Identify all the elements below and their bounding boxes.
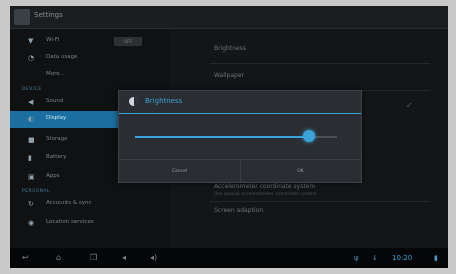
sidebar-item-label: Storage [46, 136, 68, 142]
apps-icon: ▣ [28, 173, 35, 181]
cancel-button[interactable]: Cancel [119, 160, 241, 183]
dialog-title-divider [119, 113, 361, 114]
system-nav-bar: ↩ ⌂ ❐ ◂ ◂) ψ ↓ 10:20 ▮ [10, 248, 448, 268]
volume-down-icon[interactable]: ◂ [122, 253, 126, 262]
setting-brightness[interactable]: Brightness [214, 45, 246, 52]
download-icon: ↓ [372, 254, 378, 262]
brightness-slider-fill [135, 136, 309, 138]
sidebar-item-label: Sound [46, 98, 64, 104]
recent-apps-icon[interactable]: ❐ [90, 253, 97, 262]
battery-status-icon: ▮ [434, 254, 438, 262]
section-header-personal: PERSONAL [22, 189, 51, 194]
divider [210, 63, 430, 64]
storage-icon: ■ [28, 136, 35, 144]
ok-button[interactable]: OK [240, 160, 361, 183]
data-usage-icon: ◔ [28, 54, 35, 62]
sync-icon: ↻ [28, 200, 34, 208]
display-icon: ◐ [28, 115, 35, 123]
sidebar-item-label: More... [46, 71, 65, 77]
home-icon[interactable]: ⌂ [56, 253, 61, 262]
setting-wallpaper[interactable]: Wallpaper [214, 72, 244, 79]
sidebar-item-accounts-sync[interactable]: ↻ Accounts & sync [10, 196, 170, 213]
sidebar-item-label: Apps [46, 173, 60, 179]
sidebar-item-label: Display [46, 115, 67, 121]
location-icon: ◉ [28, 219, 35, 227]
sidebar-item-label: Wi-Fi [46, 37, 60, 43]
divider [210, 201, 430, 202]
wifi-toggle[interactable]: OFF [114, 37, 142, 46]
brightness-icon [129, 97, 138, 106]
brightness-dialog: Brightness Cancel OK [118, 90, 362, 183]
usb-icon: ψ [354, 254, 359, 262]
setting-accelerometer[interactable]: Accelerometer coordinate system [214, 183, 315, 190]
sidebar-item-label: Accounts & sync [46, 200, 92, 206]
setting-screen-adaption[interactable]: Screen adaption [214, 207, 263, 214]
tablet-screen: Settings ▼ Wi-Fi OFF ◔ Data usage More..… [10, 6, 448, 268]
sidebar-item-label: Location services [46, 219, 94, 225]
dialog-header: Brightness [119, 91, 361, 113]
battery-icon: ▮ [28, 154, 32, 162]
back-icon[interactable]: ↩ [22, 253, 29, 262]
sidebar-item-location[interactable]: ◉ Location services [10, 215, 170, 232]
section-header-device: DEVICE [22, 87, 42, 92]
sidebar-item-wifi[interactable]: ▼ Wi-Fi OFF [10, 33, 170, 50]
sidebar-item-data-usage[interactable]: ◔ Data usage [10, 50, 170, 67]
dialog-title: Brightness [145, 97, 183, 105]
sidebar-item-label: Battery [46, 154, 67, 160]
volume-up-icon[interactable]: ◂) [150, 253, 157, 262]
wifi-icon: ▼ [28, 37, 34, 45]
settings-app-icon[interactable] [14, 9, 30, 25]
sidebar-item-label: Data usage [46, 54, 78, 60]
app-title: Settings [34, 11, 63, 19]
checkbox-checked-icon[interactable]: ✓ [406, 101, 413, 110]
action-bar: Settings [10, 6, 448, 29]
brightness-slider-thumb[interactable] [302, 130, 315, 142]
setting-accelerometer-summary: Use special accelerometer coordinate sys… [214, 192, 317, 197]
sidebar-item-more[interactable]: More... [10, 67, 170, 84]
volume-icon: ◀ [28, 98, 34, 106]
dialog-button-row: Cancel OK [119, 159, 361, 183]
clock: 10:20 [392, 254, 413, 262]
